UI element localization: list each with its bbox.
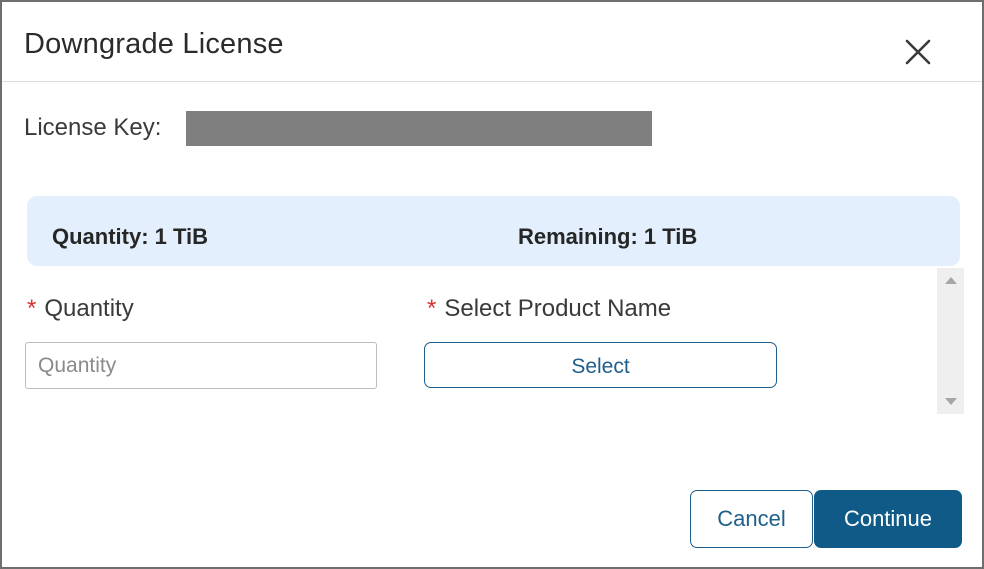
quantity-label-text: Quantity	[44, 295, 134, 322]
downgrade-license-dialog: Downgrade License License Key: Quantity:…	[0, 0, 984, 569]
quantity-input[interactable]	[25, 342, 377, 389]
scroll-down-arrow-icon[interactable]	[945, 398, 957, 405]
required-mark: *	[27, 295, 37, 322]
summary-quantity: Quantity: 1 TiB	[52, 224, 209, 249]
license-key-row: License Key:	[24, 108, 724, 148]
close-icon	[905, 39, 931, 65]
summary-remaining: Remaining: 1 TiB	[518, 224, 698, 249]
dialog-header: Downgrade License	[2, 2, 982, 82]
scroll-up-arrow-icon[interactable]	[945, 277, 957, 284]
form-scrollbar[interactable]	[937, 268, 964, 414]
required-mark: *	[427, 295, 437, 322]
continue-button[interactable]: Continue	[814, 490, 962, 548]
license-key-value-redacted	[186, 111, 652, 146]
dialog-title: Downgrade License	[24, 28, 284, 60]
close-button[interactable]	[898, 32, 934, 68]
license-key-label: License Key:	[24, 114, 162, 141]
cancel-button[interactable]: Cancel	[690, 490, 813, 548]
select-product-button[interactable]: Select	[424, 342, 777, 388]
product-label-text: Select Product Name	[444, 295, 672, 322]
license-summary-panel: Quantity: 1 TiB Remaining: 1 TiB	[27, 196, 960, 266]
product-name-field-label: * Select Product Name	[427, 295, 671, 323]
quantity-field-label: * Quantity	[27, 295, 134, 323]
